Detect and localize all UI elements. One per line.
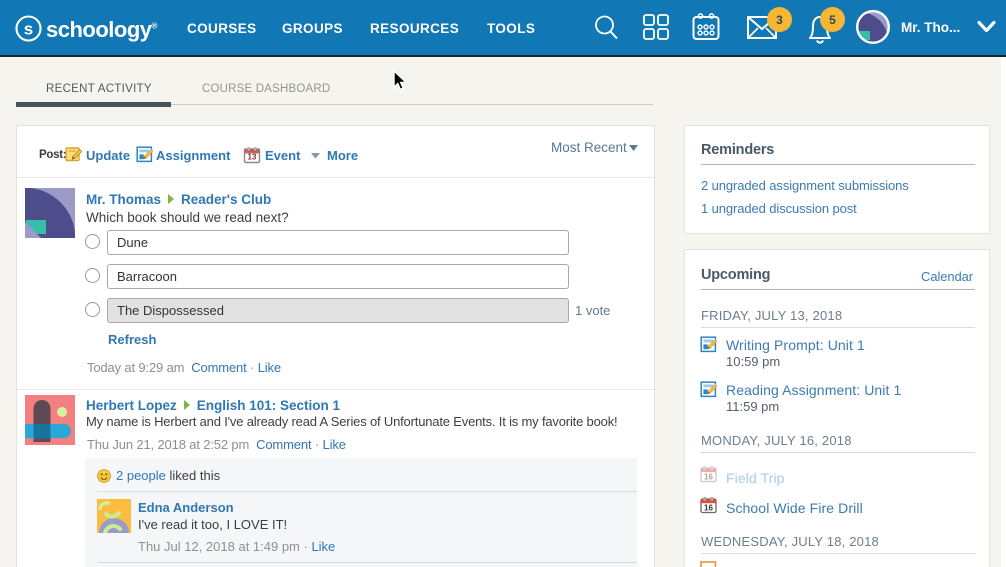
svg-text:13: 13 (248, 153, 257, 162)
svg-text:16: 16 (704, 504, 713, 513)
svg-text:16: 16 (704, 473, 713, 482)
svg-text:3: 3 (776, 13, 783, 27)
svg-text:5: 5 (829, 13, 836, 27)
svg-text:s: s (24, 20, 33, 39)
